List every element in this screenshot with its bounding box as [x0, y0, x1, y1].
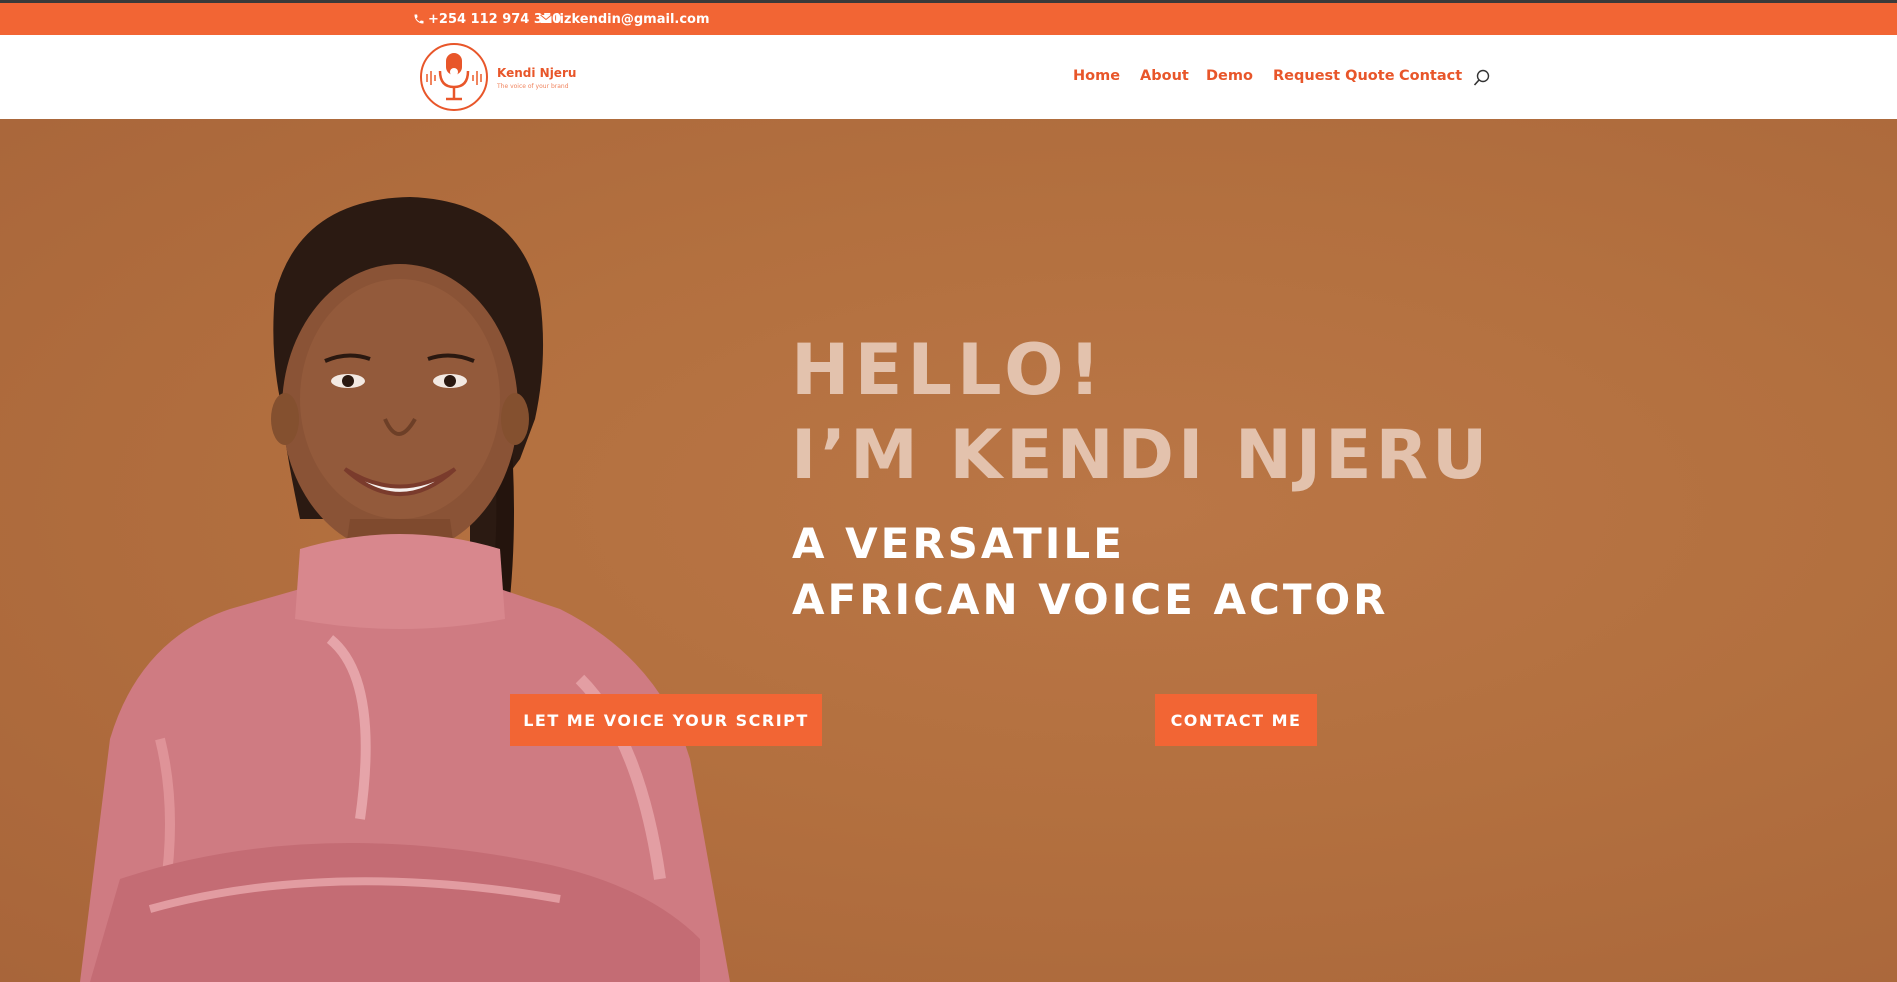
nav-contact[interactable]: Contact — [1399, 68, 1462, 84]
site-logo[interactable]: Kendi Njeru The voice of your brand — [418, 41, 578, 113]
phone-icon — [414, 14, 424, 24]
search-icon[interactable] — [1473, 69, 1490, 87]
hero-name: I’M KENDI NJERU — [791, 416, 1492, 495]
voice-script-button[interactable]: LET ME VOICE YOUR SCRIPT — [510, 694, 822, 746]
envelope-icon — [540, 14, 552, 23]
hero-subtitle-line-1: A VERSATILE — [792, 519, 1125, 568]
hero-section: HELLO! I’M KENDI NJERU A VERSATILE AFRIC… — [0, 119, 1897, 982]
email-address: lizkendin@gmail.com — [555, 11, 710, 27]
portrait-photo — [80, 197, 730, 982]
hero-subtitle-line-2: AFRICAN VOICE ACTOR — [792, 575, 1389, 624]
nav-demo[interactable]: Demo — [1206, 68, 1253, 84]
microphone-logo-icon — [420, 43, 488, 111]
nav-request-quote[interactable]: Request Quote — [1273, 68, 1395, 84]
contact-topbar: +254 112 974 350 lizkendin@gmail.com — [0, 3, 1897, 35]
phone-contact[interactable]: +254 112 974 350 — [413, 3, 561, 35]
brand-tagline: The voice of your brand — [497, 83, 569, 90]
brand-name: Kendi Njeru — [497, 66, 577, 80]
nav-home[interactable]: Home — [1073, 68, 1120, 84]
site-header: Kendi Njeru The voice of your brand Home… — [0, 35, 1897, 119]
nav-about[interactable]: About — [1140, 68, 1189, 84]
contact-me-button[interactable]: CONTACT ME — [1155, 694, 1317, 746]
email-contact[interactable]: lizkendin@gmail.com — [540, 3, 710, 35]
hero-greeting: HELLO! — [791, 329, 1106, 411]
